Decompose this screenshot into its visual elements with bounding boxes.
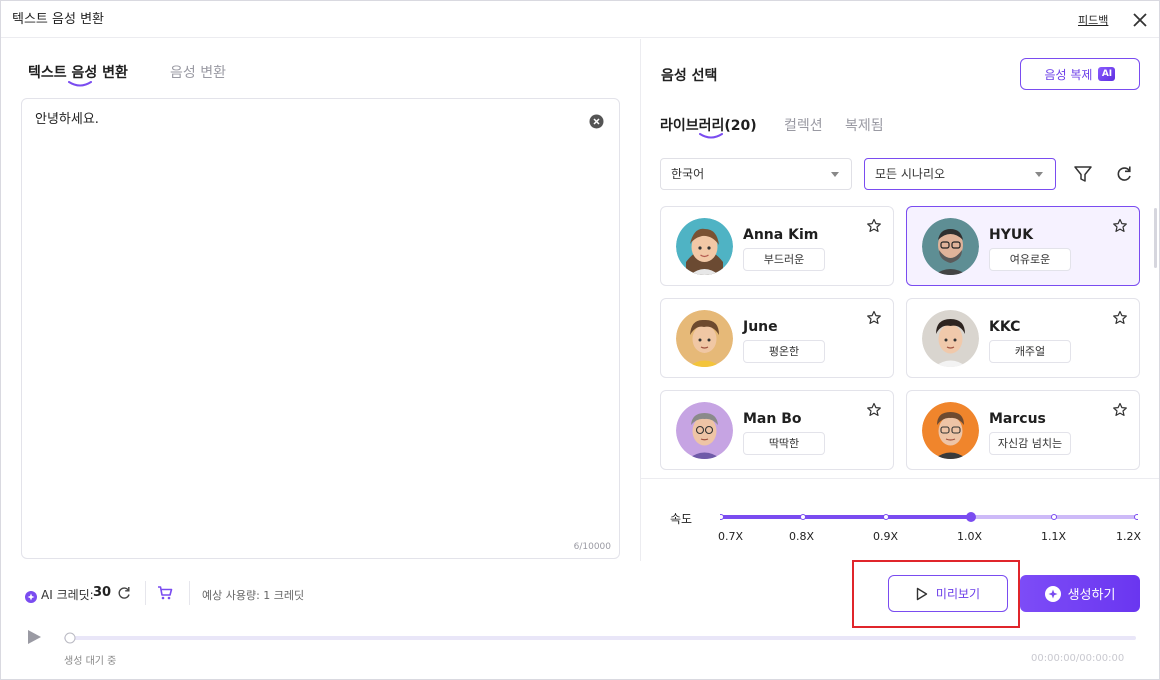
ai-credit-icon: [25, 588, 37, 603]
voice-tag: 자신감 넘치는: [989, 432, 1071, 455]
speed-slider-thumb[interactable]: [966, 512, 976, 522]
playback-progress[interactable]: [64, 632, 1136, 644]
voice-card-marcus[interactable]: Marcus 자신감 넘치는: [906, 390, 1140, 470]
avatar: [676, 218, 733, 275]
generation-status: 생성 대기 중: [64, 656, 117, 667]
speed-tick: 0.7X: [718, 530, 744, 543]
sparkle-icon: [1044, 585, 1061, 602]
tab-library[interactable]: 라이브러리(20): [660, 115, 757, 135]
progress-thumb[interactable]: [64, 632, 76, 644]
voice-tag: 부드러운: [743, 248, 825, 271]
ai-badge: AI: [1098, 67, 1116, 81]
clear-text-icon[interactable]: [589, 114, 604, 129]
voice-card-june[interactable]: June 평온한: [660, 298, 894, 378]
voice-clone-label: 음성 복제: [1044, 67, 1093, 82]
avatar: [922, 310, 979, 367]
speed-tick: 1.2X: [1116, 530, 1142, 543]
avatar: [676, 310, 733, 367]
tab-text-to-speech[interactable]: 텍스트 음성 변환: [28, 62, 128, 82]
refresh-icon[interactable]: [1114, 164, 1134, 184]
speed-tick: 1.1X: [1041, 530, 1067, 543]
library-tab-indicator: [699, 133, 723, 139]
voice-name: KKC: [989, 319, 1021, 335]
estimated-usage: 예상 사용량: 1 크레딧: [202, 589, 305, 602]
ai-credit-value: 30: [93, 585, 112, 600]
divider: [145, 581, 146, 605]
cart-icon[interactable]: [157, 585, 173, 601]
voice-name: Marcus: [989, 411, 1046, 427]
star-icon[interactable]: [866, 402, 882, 418]
generate-button-label: 생성하기: [1067, 588, 1116, 603]
speed-tick: 1.0X: [957, 530, 983, 543]
filter-icon[interactable]: [1073, 164, 1093, 184]
avatar: [922, 218, 979, 275]
tab-collection[interactable]: 컬렉션: [784, 115, 823, 135]
title-bar: 텍스트 음성 변환 피드백: [1, 1, 1159, 38]
speed-section-divider: [641, 478, 1159, 479]
voice-card-anna-kim[interactable]: Anna Kim 부드러운: [660, 206, 894, 286]
voice-list-scrollbar[interactable]: [1154, 208, 1157, 268]
text-editor[interactable]: 안녕하세요. 6/10000: [21, 98, 620, 559]
voice-name: June: [743, 319, 778, 335]
language-select-value: 한국어: [671, 167, 705, 181]
voice-tag: 평온한: [743, 340, 825, 363]
star-icon[interactable]: [866, 310, 882, 326]
voice-name: HYUK: [989, 227, 1034, 243]
chevron-down-icon: [1035, 172, 1043, 177]
refresh-icon[interactable]: [116, 585, 132, 601]
voice-tag: 여유로운: [989, 248, 1071, 271]
tab-active-indicator: [68, 81, 92, 87]
window-title: 텍스트 음성 변환: [12, 12, 104, 27]
voice-card-hyuk[interactable]: HYUK 여유로운: [906, 206, 1140, 286]
text-input-panel: 텍스트 음성 변환 음성 변환 안녕하세요. 6/10000: [1, 39, 639, 559]
voice-clone-button[interactable]: 음성 복제 AI: [1020, 58, 1140, 90]
star-icon[interactable]: [1112, 402, 1128, 418]
ai-credit-label: AI 크레딧:: [41, 588, 94, 602]
star-icon[interactable]: [1112, 310, 1128, 326]
star-icon[interactable]: [1112, 218, 1128, 234]
voice-card-kkc[interactable]: KKC 캐주얼: [906, 298, 1140, 378]
scenario-select-value: 모든 시나리오: [875, 167, 946, 181]
avatar: [922, 402, 979, 459]
language-select[interactable]: 한국어: [660, 158, 852, 190]
scenario-select[interactable]: 모든 시나리오: [864, 158, 1056, 190]
voice-card-man-bo[interactable]: Man Bo 딱딱한: [660, 390, 894, 470]
speed-tick: 0.8X: [789, 530, 815, 543]
avatar: [676, 402, 733, 459]
star-icon[interactable]: [866, 218, 882, 234]
voice-tag: 캐주얼: [989, 340, 1071, 363]
time-readout: 00:00:00/00:00:00: [1031, 653, 1125, 664]
tts-window: 텍스트 음성 변환 피드백 텍스트 음성 변환 음성 변환 안녕하세요. 6/1…: [0, 0, 1160, 680]
generate-button[interactable]: 생성하기: [1020, 575, 1140, 612]
close-icon[interactable]: [1130, 10, 1150, 30]
play-icon[interactable]: [26, 629, 42, 645]
speed-label: 속도: [670, 512, 693, 526]
panel-divider: [640, 39, 641, 561]
divider: [189, 581, 190, 605]
feedback-link[interactable]: 피드백: [1078, 12, 1108, 28]
voice-select-title: 음성 선택: [661, 68, 718, 84]
voice-name: Man Bo: [743, 411, 802, 427]
chevron-down-icon: [831, 172, 839, 177]
speed-slider[interactable]: [720, 512, 1138, 522]
char-count: 6/10000: [573, 542, 611, 552]
highlight-box: [852, 560, 1020, 628]
tab-cloned[interactable]: 복제됨: [845, 115, 884, 135]
editor-content[interactable]: 안녕하세요.: [35, 108, 99, 127]
voice-name: Anna Kim: [743, 227, 819, 243]
speed-tick: 0.9X: [873, 530, 899, 543]
voice-tag: 딱딱한: [743, 432, 825, 455]
tab-voice-changer[interactable]: 음성 변환: [170, 62, 226, 82]
